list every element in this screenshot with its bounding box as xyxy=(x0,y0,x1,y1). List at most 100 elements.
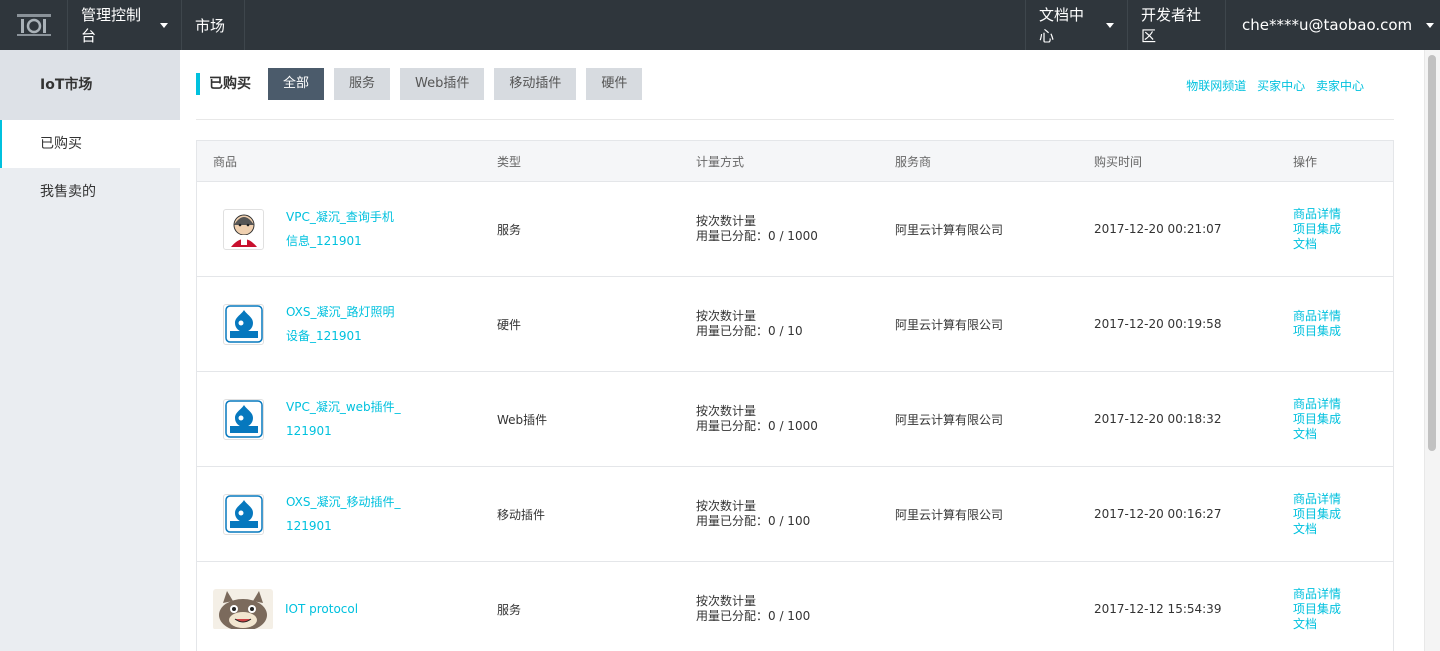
product-name-link[interactable]: OXS_凝沉_路灯照明 设备_121901 xyxy=(286,300,411,348)
page-title: 已购买 xyxy=(196,73,251,95)
docs-link[interactable]: 文档 xyxy=(1293,617,1393,632)
product-name-line: OXS_凝沉_移动插件_ xyxy=(286,495,401,509)
drupal-icon xyxy=(223,398,264,440)
main-content: 已购买 全部 服务 Web插件 移动插件 硬件 物联网频道 买家中心 卖家中心 … xyxy=(180,50,1410,651)
project-integration-link[interactable]: 项目集成 xyxy=(1293,324,1393,339)
product-name-link[interactable]: VPC_凝沉_web插件_ 121901 xyxy=(286,395,411,443)
sidebar-item-selling[interactable]: 我售卖的 xyxy=(0,168,180,216)
metering-mode: 按次数计量 xyxy=(696,214,757,228)
console-label: 管理控制台 xyxy=(81,6,142,45)
product-name-line: 121901 xyxy=(286,424,332,438)
topbar-spacer xyxy=(245,0,1026,50)
product-detail-link[interactable]: 商品详情 xyxy=(1293,207,1393,222)
provider-cell: 阿里云计算有限公司 xyxy=(895,317,1004,332)
usage-allocated: 用量已分配：0 / 10 xyxy=(696,324,803,338)
product-cell: OXS_凝沉_移动插件_ 121901 xyxy=(197,490,497,538)
tab-hardware[interactable]: 硬件 xyxy=(586,68,643,100)
col-product: 商品 xyxy=(213,154,238,169)
metering-cell: 按次数计量 用量已分配：0 / 1000 xyxy=(696,404,895,434)
iot-logo[interactable] xyxy=(0,0,68,50)
seller-center-link[interactable]: 卖家中心 xyxy=(1316,79,1364,93)
product-detail-link[interactable]: 商品详情 xyxy=(1293,587,1393,602)
market-label: 市场 xyxy=(195,16,226,35)
tab-service[interactable]: 服务 xyxy=(334,68,391,100)
sidebar-title: IoT市场 xyxy=(0,50,180,120)
header-links: 物联网频道 买家中心 卖家中心 xyxy=(1179,77,1364,94)
docs-label: 文档中心 xyxy=(1039,6,1085,45)
metering-cell: 按次数计量 用量已分配：0 / 100 xyxy=(696,499,895,529)
product-cell: VPC_凝沉_查询手机 信息_121901 xyxy=(197,205,497,253)
scrollbar-thumb[interactable] xyxy=(1428,55,1436,451)
project-integration-link[interactable]: 项目集成 xyxy=(1293,602,1393,617)
time-cell: 2017-12-20 00:19:58 xyxy=(1094,317,1222,331)
purchase-table: 商品 类型 计量方式 服务商 购买时间 操作 VPC_凝沉_查询手机 信息_12… xyxy=(196,140,1394,651)
product-detail-link[interactable]: 商品详情 xyxy=(1293,492,1393,507)
table-row: IOT protocol 服务 按次数计量 用量已分配：0 / 100 2017… xyxy=(197,562,1393,651)
product-name-line: VPC_凝沉_查询手机 xyxy=(286,210,394,224)
table-row: OXS_凝沉_路灯照明 设备_121901 硬件 按次数计量 用量已分配：0 /… xyxy=(197,277,1393,372)
iot-channel-link[interactable]: 物联网频道 xyxy=(1186,79,1246,93)
iot-logo-icon xyxy=(16,14,51,36)
docs-link[interactable]: 文档 xyxy=(1293,237,1393,252)
product-detail-link[interactable]: 商品详情 xyxy=(1293,397,1393,412)
tab-all[interactable]: 全部 xyxy=(268,68,325,100)
product-cell: IOT protocol xyxy=(197,588,497,630)
cat-mascot-icon xyxy=(213,588,273,630)
product-name-link[interactable]: VPC_凝沉_查询手机 信息_121901 xyxy=(286,205,411,253)
dev-label: 开发者社区 xyxy=(1141,6,1202,45)
divider xyxy=(196,119,1394,120)
tab-web-plugin[interactable]: Web插件 xyxy=(400,68,485,100)
type-cell: 移动插件 xyxy=(497,507,546,522)
provider-cell: 阿里云计算有限公司 xyxy=(895,222,1004,237)
docs-menu[interactable]: 文档中心 xyxy=(1026,0,1128,50)
product-detail-link[interactable]: 商品详情 xyxy=(1293,309,1393,324)
project-integration-link[interactable]: 项目集成 xyxy=(1293,507,1393,522)
docs-link[interactable]: 文档 xyxy=(1293,522,1393,537)
product-cell: VPC_凝沉_web插件_ 121901 xyxy=(197,395,497,443)
user-menu[interactable]: che****u@taobao.com xyxy=(1226,0,1440,50)
chevron-down-icon xyxy=(1106,22,1114,28)
project-integration-link[interactable]: 项目集成 xyxy=(1293,222,1393,237)
metering-cell: 按次数计量 用量已分配：0 / 100 xyxy=(696,594,895,624)
time-cell: 2017-12-20 00:21:07 xyxy=(1094,222,1222,236)
product-name-line: 设备_121901 xyxy=(286,329,362,343)
usage-allocated: 用量已分配：0 / 100 xyxy=(696,514,811,528)
docs-link[interactable]: 文档 xyxy=(1293,427,1393,442)
actions-cell: 商品详情 项目集成 文档 xyxy=(1293,492,1393,537)
usage-allocated: 用量已分配：0 / 1000 xyxy=(696,419,818,433)
developer-community-link[interactable]: 开发者社区 xyxy=(1128,0,1226,50)
table-row: OXS_凝沉_移动插件_ 121901 移动插件 按次数计量 用量已分配：0 /… xyxy=(197,467,1393,562)
product-name-link[interactable]: OXS_凝沉_移动插件_ 121901 xyxy=(286,490,411,538)
sidebar-item-purchased[interactable]: 已购买 xyxy=(0,120,180,168)
project-integration-link[interactable]: 项目集成 xyxy=(1293,412,1393,427)
filter-bar: 已购买 全部 服务 Web插件 移动插件 硬件 xyxy=(196,68,652,100)
product-name-line: OXS_凝沉_路灯照明 xyxy=(286,305,395,319)
time-cell: 2017-12-12 15:54:39 xyxy=(1094,602,1222,616)
actions-cell: 商品详情 项目集成 xyxy=(1293,309,1393,339)
table-row: VPC_凝沉_web插件_ 121901 Web插件 按次数计量 用量已分配：0… xyxy=(197,372,1393,467)
type-cell: 硬件 xyxy=(497,317,522,332)
drupal-icon xyxy=(223,303,264,345)
table-row: VPC_凝沉_查询手机 信息_121901 服务 按次数计量 用量已分配：0 /… xyxy=(197,182,1393,277)
product-name-line: IOT protocol xyxy=(285,602,359,616)
tab-mobile-plugin[interactable]: 移动插件 xyxy=(494,68,577,100)
drupal-icon xyxy=(223,493,264,535)
metering-mode: 按次数计量 xyxy=(696,404,757,418)
jenkins-icon xyxy=(223,208,264,250)
product-name-line: 信息_121901 xyxy=(286,234,362,248)
type-cell: 服务 xyxy=(497,222,522,237)
metering-cell: 按次数计量 用量已分配：0 / 1000 xyxy=(696,214,895,244)
product-cell: OXS_凝沉_路灯照明 设备_121901 xyxy=(197,300,497,348)
vertical-scrollbar[interactable] xyxy=(1424,50,1440,651)
provider-cell: 阿里云计算有限公司 xyxy=(895,507,1004,522)
market-link[interactable]: 市场 xyxy=(182,0,245,50)
console-menu[interactable]: 管理控制台 xyxy=(68,0,182,50)
buyer-center-link[interactable]: 买家中心 xyxy=(1257,79,1305,93)
col-purchase-time: 购买时间 xyxy=(1094,154,1143,169)
usage-allocated: 用量已分配：0 / 1000 xyxy=(696,229,818,243)
product-name-link[interactable]: IOT protocol xyxy=(285,597,410,621)
col-provider: 服务商 xyxy=(895,154,932,169)
provider-cell: 阿里云计算有限公司 xyxy=(895,412,1004,427)
actions-cell: 商品详情 项目集成 文档 xyxy=(1293,587,1393,632)
col-metering: 计量方式 xyxy=(696,154,745,169)
